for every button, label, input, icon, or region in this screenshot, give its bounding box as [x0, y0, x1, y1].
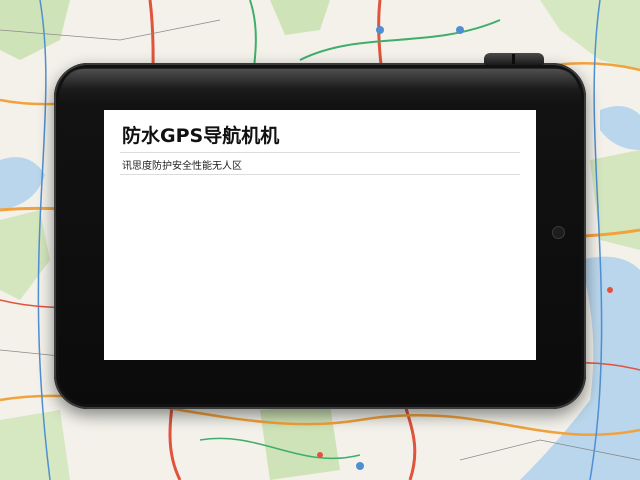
bezel-highlight: [62, 69, 578, 89]
park-area: [0, 410, 70, 480]
page-subtitle: 讯思度防护安全性能无人区: [122, 161, 242, 172]
park-area: [260, 405, 340, 480]
subtitle-divider: [120, 174, 520, 175]
map-poi-marker: [356, 462, 364, 470]
title-divider: [120, 152, 520, 153]
power-button[interactable]: [484, 53, 544, 65]
page-title: 防水GPS导航机机: [122, 125, 280, 147]
map-poi-marker: [456, 26, 464, 34]
map-poi-marker: [317, 452, 323, 458]
map-poi-marker: [376, 26, 384, 34]
device-screen: 防水GPS导航机机 讯思度防护安全性能无人区: [104, 110, 536, 360]
home-button[interactable]: [552, 226, 565, 239]
map-poi-marker: [607, 287, 613, 293]
